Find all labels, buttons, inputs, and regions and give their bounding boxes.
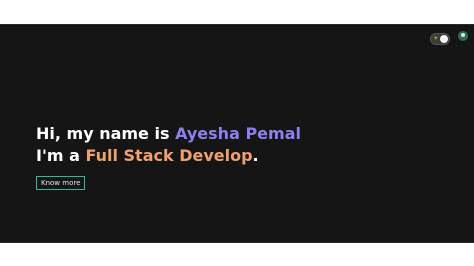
hero-role-line: I'm a Full Stack Develop. xyxy=(36,145,301,167)
avatar-icon[interactable] xyxy=(458,31,468,41)
hero-section: Hi, my name is Ayesha Pemal I'm a Full S… xyxy=(36,123,301,167)
page: ☀ · · Hi, my name is Ayesha Pemal I'm a … xyxy=(0,0,474,266)
avatar-dots: · · xyxy=(456,43,464,49)
role-prefix-text: I'm a xyxy=(36,146,86,165)
toggle-knob xyxy=(440,35,448,43)
greeting-text: Hi, my name is xyxy=(36,124,176,143)
portfolio-screen: ☀ · · Hi, my name is Ayesha Pemal I'm a … xyxy=(0,24,474,243)
know-more-button[interactable]: Know more xyxy=(36,176,86,190)
role-suffix-text: . xyxy=(252,146,259,165)
theme-toggle[interactable]: ☀ xyxy=(430,33,450,45)
hero-name: Ayesha Pemal xyxy=(175,124,301,143)
hero-role: Full Stack Develop xyxy=(85,146,253,165)
sun-icon: ☀ xyxy=(433,35,439,42)
hero-greeting-line: Hi, my name is Ayesha Pemal xyxy=(36,123,301,145)
